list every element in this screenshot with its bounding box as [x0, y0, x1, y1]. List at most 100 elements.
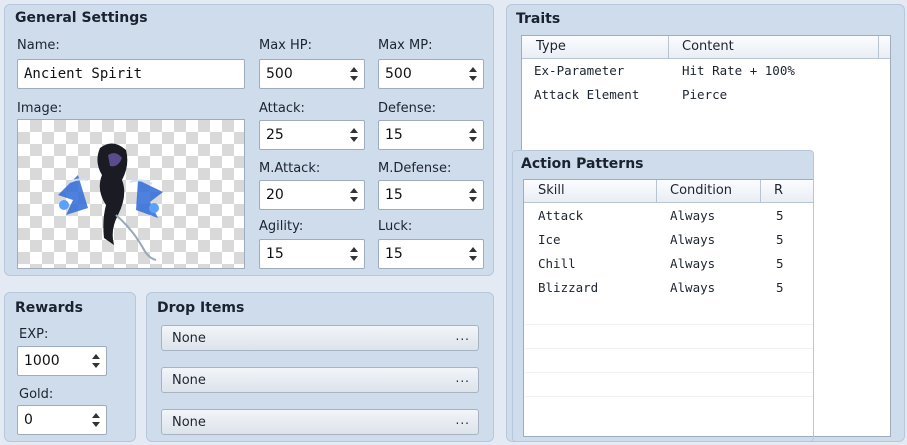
action-patterns-header: Skill Condition R	[524, 180, 813, 203]
max-hp-value: 500	[266, 66, 293, 82]
mdefense-label: M.Defense:	[378, 161, 452, 176]
column-divider	[760, 180, 761, 202]
action-condition: Always	[670, 256, 716, 271]
trait-type: Attack Element	[534, 87, 640, 102]
actions-col-skill[interactable]: Skill	[538, 183, 565, 198]
max-mp-spinner[interactable]	[469, 67, 477, 81]
max-hp-field[interactable]: 500	[259, 59, 365, 89]
ellipsis-icon: ...	[455, 329, 470, 343]
column-divider	[656, 180, 657, 202]
exp-field[interactable]: 1000	[17, 346, 107, 376]
max-mp-field[interactable]: 500	[378, 59, 484, 89]
max-hp-label: Max HP:	[259, 38, 313, 53]
traits-header: Type Content	[522, 36, 890, 59]
action-patterns-panel: Action Patterns Skill Condition R Attack…	[512, 150, 814, 442]
mattack-value: 20	[266, 187, 284, 203]
drop-item-2-button[interactable]: None ...	[161, 367, 479, 393]
drop-items-panel: Drop Items None ... None ... None ...	[146, 292, 494, 442]
rewards-title: Rewards	[15, 300, 83, 316]
column-divider	[668, 36, 669, 58]
trait-type: Ex-Parameter	[534, 63, 625, 78]
actions-col-condition[interactable]: Condition	[670, 183, 732, 198]
empty-row[interactable]	[524, 396, 813, 421]
drop-item-3-label: None	[172, 415, 206, 430]
action-rating: 5	[776, 232, 784, 247]
attack-spinner[interactable]	[350, 128, 358, 142]
mattack-label: M.Attack:	[259, 161, 321, 176]
defense-value: 15	[385, 127, 403, 143]
trait-content: Pierce	[682, 87, 728, 102]
mattack-field[interactable]: 20	[259, 180, 365, 210]
max-hp-spinner[interactable]	[350, 67, 358, 81]
drop-item-2-label: None	[172, 373, 206, 388]
enemy-sprite-icon	[58, 143, 163, 261]
traits-col-content[interactable]: Content	[682, 39, 734, 54]
defense-spinner[interactable]	[469, 128, 477, 142]
agility-label: Agility:	[259, 219, 304, 234]
luck-spinner[interactable]	[469, 247, 477, 261]
empty-row[interactable]	[524, 348, 813, 373]
mattack-spinner[interactable]	[350, 188, 358, 202]
image-label: Image:	[17, 101, 63, 116]
gold-label: Gold:	[19, 387, 54, 402]
gold-spinner[interactable]	[92, 413, 100, 427]
ellipsis-icon: ...	[455, 371, 470, 385]
action-skill: Ice	[538, 232, 561, 247]
defense-field[interactable]: 15	[378, 120, 484, 150]
agility-field[interactable]: 15	[259, 239, 365, 269]
drop-item-3-button[interactable]: None ...	[161, 409, 479, 435]
table-row[interactable]: Ex-Parameter Hit Rate + 100%	[522, 59, 890, 83]
actions-col-rating[interactable]: R	[774, 183, 783, 198]
ellipsis-icon: ...	[455, 413, 470, 427]
table-row[interactable]: Attack Always 5	[524, 204, 813, 228]
empty-row[interactable]	[524, 324, 813, 349]
max-mp-value: 500	[385, 66, 412, 82]
drop-items-title: Drop Items	[157, 300, 245, 316]
gold-field[interactable]: 0	[17, 405, 107, 435]
table-row[interactable]: Ice Always 5	[524, 228, 813, 252]
enemy-image-box[interactable]	[17, 119, 245, 269]
mdefense-spinner[interactable]	[469, 188, 477, 202]
column-divider	[878, 36, 879, 58]
traits-title: Traits	[516, 11, 561, 27]
mdefense-value: 15	[385, 187, 403, 203]
table-row[interactable]: Blizzard Always 5	[524, 276, 813, 300]
action-rating: 5	[776, 256, 784, 271]
exp-label: EXP:	[19, 327, 49, 342]
attack-value: 25	[266, 127, 284, 143]
action-condition: Always	[670, 208, 716, 223]
attack-field[interactable]: 25	[259, 120, 365, 150]
luck-value: 15	[385, 246, 403, 262]
drop-item-1-label: None	[172, 331, 206, 346]
drop-item-1-button[interactable]: None ...	[161, 325, 479, 351]
max-mp-label: Max MP:	[378, 38, 433, 53]
exp-spinner[interactable]	[92, 354, 100, 368]
table-row[interactable]: Attack Element Pierce	[522, 83, 890, 107]
trait-content: Hit Rate + 100%	[682, 63, 795, 78]
name-value: Ancient Spirit	[24, 66, 143, 82]
action-skill: Attack	[538, 208, 584, 223]
name-input[interactable]: Ancient Spirit	[17, 59, 245, 89]
luck-field[interactable]: 15	[378, 239, 484, 269]
action-skill: Chill	[538, 256, 576, 271]
general-settings-panel: General Settings Name: Ancient Spirit Im…	[4, 4, 494, 276]
mdefense-field[interactable]: 15	[378, 180, 484, 210]
action-patterns-title: Action Patterns	[521, 156, 644, 172]
name-label: Name:	[17, 38, 60, 53]
action-patterns-table[interactable]: Skill Condition R Attack Always 5 Ice Al…	[523, 179, 813, 437]
attack-label: Attack:	[259, 101, 305, 116]
rewards-panel: Rewards EXP: 1000 Gold: 0	[4, 292, 136, 442]
action-condition: Always	[670, 232, 716, 247]
agility-spinner[interactable]	[350, 247, 358, 261]
defense-label: Defense:	[378, 101, 436, 116]
luck-label: Luck:	[378, 219, 413, 234]
table-row[interactable]: Chill Always 5	[524, 252, 813, 276]
action-rating: 5	[776, 280, 784, 295]
action-condition: Always	[670, 280, 716, 295]
traits-col-type[interactable]: Type	[536, 39, 566, 54]
action-skill: Blizzard	[538, 280, 599, 295]
action-rating: 5	[776, 208, 784, 223]
general-settings-title: General Settings	[15, 10, 148, 26]
gold-value: 0	[24, 412, 33, 428]
empty-row[interactable]	[524, 372, 813, 397]
